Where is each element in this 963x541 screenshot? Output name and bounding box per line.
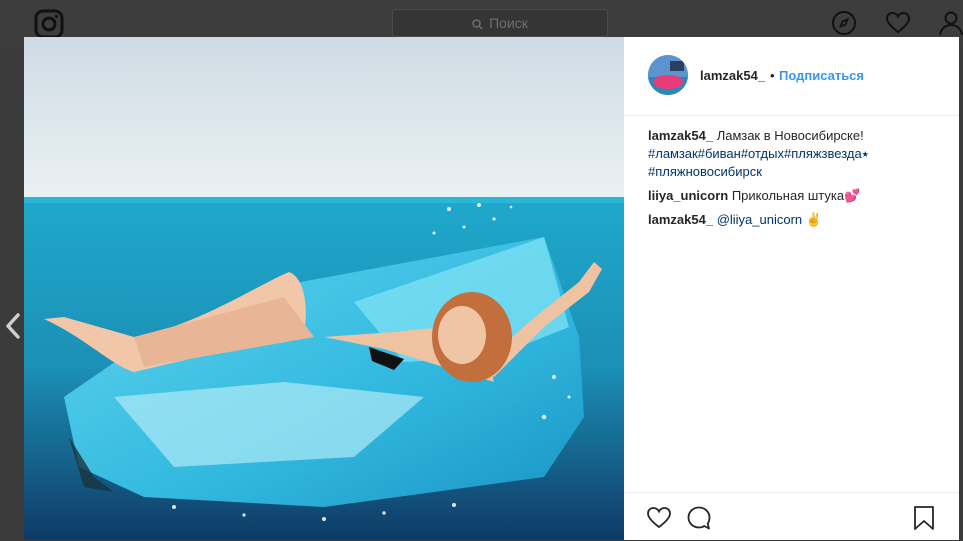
caption: lamzak54_ Ламзак в Новосибирске! #ламзак… [648,127,938,181]
star-emoji: ⭑ [861,146,869,161]
previous-post-arrow-icon[interactable] [4,312,22,340]
search-icon [472,19,483,30]
post-details-panel: lamzak54_ • Подписаться lamzak54_ Ламзак… [624,37,959,540]
comment-username[interactable]: lamzak54_ [648,212,713,227]
hashtag[interactable]: #пляжновосибирск [648,164,762,179]
post-author-username[interactable]: lamzak54_ [700,68,765,83]
mention-link[interactable]: @liiya_unicorn [717,212,802,227]
comment-username[interactable]: liiya_unicorn [648,188,728,203]
comment: liiya_unicorn Прикольная штука💕 [648,187,938,205]
instagram-logo-icon[interactable] [34,9,64,39]
hearts-emoji: 💕 [844,188,861,203]
follow-button[interactable]: Подписаться [779,68,864,83]
avatar[interactable] [648,55,688,95]
caption-username[interactable]: lamzak54_ [648,128,713,143]
caption-text: Ламзак в Новосибирске! [716,128,864,143]
hashtag[interactable]: #ламзак [648,146,698,161]
bookmark-icon[interactable] [911,505,937,531]
comment-bubble-icon[interactable] [686,505,712,531]
hashtag[interactable]: #биван [698,146,741,161]
separator-dot: • [770,68,775,83]
search-input[interactable]: Поиск [392,9,608,37]
explore-compass-icon[interactable] [831,10,857,36]
post-actions-bar [624,492,959,541]
comments-list: lamzak54_ Ламзак в Новосибирске! #ламзак… [648,127,938,235]
victory-hand-emoji: ✌ [805,212,822,227]
post-photo[interactable] [24,37,624,540]
hashtag[interactable]: #пляжзвезда [784,146,862,161]
hashtag[interactable]: #отдых [741,146,784,161]
comment: lamzak54_ @liiya_unicorn ✌ [648,211,938,229]
like-heart-icon[interactable] [646,505,672,531]
search-placeholder: Поиск [489,15,528,31]
heart-icon[interactable] [885,10,911,36]
post-header: lamzak54_ • Подписаться [624,37,959,116]
comment-text: Прикольная штука [731,188,845,203]
profile-icon[interactable] [938,10,963,36]
